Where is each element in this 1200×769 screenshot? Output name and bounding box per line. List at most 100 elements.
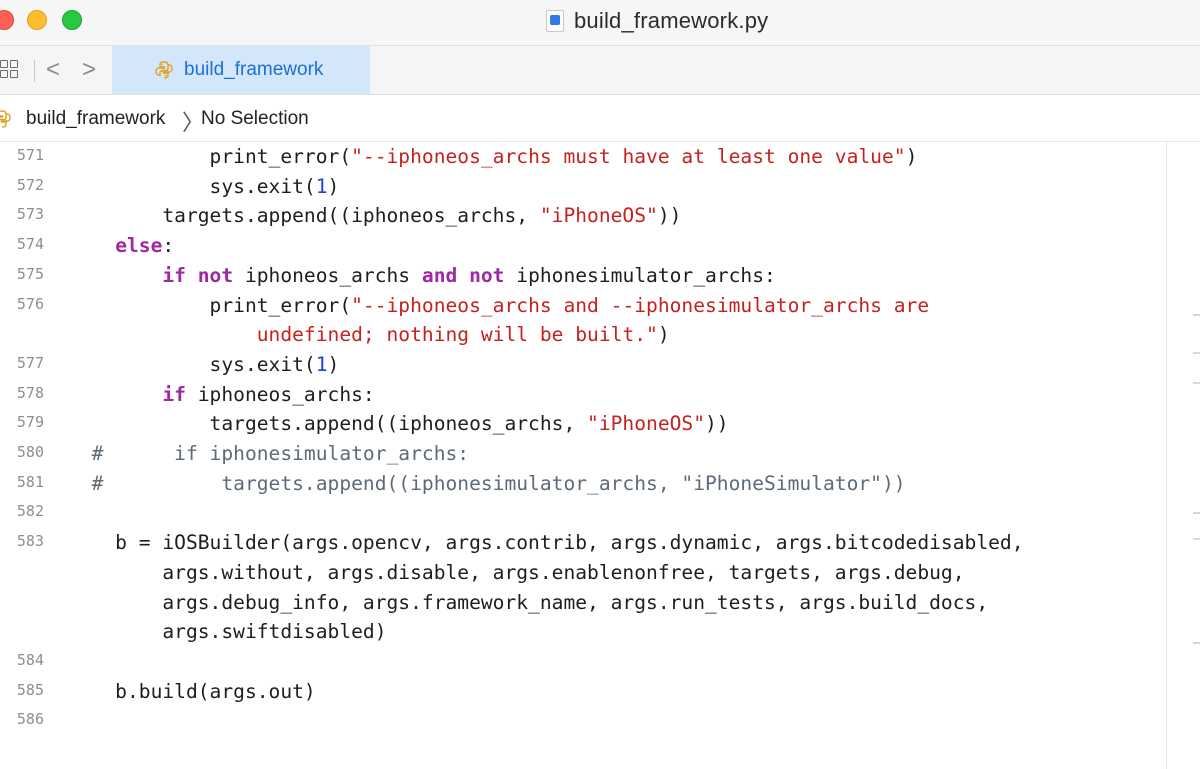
minimap[interactable]: [1166, 142, 1200, 769]
code-text: print_error("--iphoneos_archs must have …: [68, 142, 918, 172]
token-string: "iPhoneOS": [587, 412, 706, 436]
line-number: 586: [16, 710, 44, 729]
code-text: args.without, args.disable, args.enablen…: [68, 558, 965, 588]
code-line[interactable]: 575 if not iphoneos_archs and not iphone…: [0, 261, 1166, 291]
python-icon: [154, 60, 174, 80]
token-string: undefined; nothing will be built.": [256, 323, 658, 347]
token: sys.exit(: [68, 174, 316, 198]
code-line[interactable]: 580 # if iphonesimulator_archs:: [0, 439, 1166, 469]
window-title-text: build_framework.py: [574, 8, 769, 33]
token: targets.append((iphoneos_archs,: [68, 412, 588, 436]
code-text: else:: [68, 231, 174, 261]
window-title: build_framework.py: [546, 8, 768, 34]
token: :: [162, 234, 175, 258]
token-comment: # if iphonesimulator_archs:: [68, 442, 470, 465]
token: iphonesimulator_archs:: [504, 263, 776, 287]
token: ): [905, 145, 918, 168]
tab-bar: < > build_framework: [0, 46, 1200, 95]
breadcrumb-selection[interactable]: No Selection: [201, 108, 309, 130]
token: iphoneos_archs: [233, 263, 422, 287]
code-text: b = iOSBuilder(args.opencv, args.contrib…: [68, 528, 1024, 558]
token: ): [657, 323, 670, 347]
code-line[interactable]: 584: [0, 647, 1166, 677]
token: ): [327, 174, 340, 198]
code-line[interactable]: args.without, args.disable, args.enablen…: [0, 558, 1166, 588]
line-number: 581: [16, 472, 44, 491]
token: sys.exit(: [68, 352, 316, 376]
line-number: 584: [16, 650, 44, 669]
minimap-mark: [1193, 352, 1200, 354]
code-text: # if iphonesimulator_archs:: [68, 439, 470, 469]
token-comment: # targets.append((iphonesimulator_archs,…: [68, 471, 906, 495]
token-keyword: else: [115, 234, 163, 258]
code-line[interactable]: 586: [0, 706, 1166, 736]
minimap-mark: [1193, 642, 1200, 644]
token: print_error(: [68, 145, 352, 168]
token: )): [705, 412, 729, 436]
token: )): [657, 204, 682, 228]
title-bar: build_framework.py: [0, 0, 1200, 46]
token: args.debug_info, args.framework_name, ar…: [68, 590, 989, 614]
code-line[interactable]: 573 targets.append((iphoneos_archs, "iPh…: [0, 201, 1166, 231]
code-text: args.swiftdisabled): [68, 617, 387, 647]
token: b.build(args.out): [68, 679, 316, 703]
code-text: # targets.append((iphonesimulator_archs,…: [68, 469, 906, 499]
code-line[interactable]: 582: [0, 498, 1166, 528]
token: b = iOSBuilder(args.opencv, args.contrib…: [68, 531, 1024, 555]
code-line[interactable]: 576 print_error("--iphoneos_archs and --…: [0, 291, 1166, 321]
code-line[interactable]: 571 print_error("--iphoneos_archs must h…: [0, 142, 1166, 172]
code-line[interactable]: 585 b.build(args.out): [0, 677, 1166, 707]
token: args.without, args.disable, args.enablen…: [68, 560, 965, 584]
token-keyword: not: [469, 263, 505, 287]
token: ): [327, 352, 340, 376]
line-number: 585: [16, 680, 44, 699]
grid-view-icon[interactable]: [0, 60, 18, 80]
line-number: 579: [16, 413, 44, 432]
code-text: if iphoneos_archs:: [68, 380, 374, 410]
line-number: 582: [16, 502, 44, 521]
code-line[interactable]: 583 b = iOSBuilder(args.opencv, args.con…: [0, 528, 1166, 558]
code-text: args.debug_info, args.framework_name, ar…: [68, 588, 988, 618]
breadcrumb-file[interactable]: build_framework: [26, 108, 165, 130]
line-number: 572: [16, 175, 44, 194]
token-number: 1: [315, 352, 328, 376]
python-file-icon: [546, 10, 564, 32]
code-line[interactable]: 574 else:: [0, 231, 1166, 261]
code-line[interactable]: 577 sys.exit(1): [0, 350, 1166, 380]
code-line[interactable]: args.debug_info, args.framework_name, ar…: [0, 588, 1166, 618]
code-line[interactable]: undefined; nothing will be built."): [0, 320, 1166, 350]
token: targets.append((iphoneos_archs,: [68, 204, 540, 228]
minimize-window-button[interactable]: [27, 10, 47, 30]
code-line[interactable]: 581 # targets.append((iphonesimulator_ar…: [0, 469, 1166, 499]
forward-button[interactable]: >: [82, 56, 96, 84]
code-text: print_error("--iphoneos_archs and --ipho…: [68, 291, 930, 321]
line-number: 577: [16, 353, 44, 372]
code-text: targets.append((iphoneos_archs, "iPhoneO…: [68, 201, 681, 231]
line-number: 576: [16, 294, 44, 313]
code-line[interactable]: args.swiftdisabled): [0, 617, 1166, 647]
minimap-mark: [1193, 382, 1200, 384]
code-text: sys.exit(1): [68, 350, 340, 380]
code-line[interactable]: 572 sys.exit(1): [0, 172, 1166, 202]
token: args.swiftdisabled): [68, 620, 387, 644]
breadcrumb: build_framework 〉 No Selection: [0, 96, 1200, 142]
back-button[interactable]: <: [46, 56, 60, 84]
code-line[interactable]: 578 if iphoneos_archs:: [0, 380, 1166, 410]
code-text: if not iphoneos_archs and not iphonesimu…: [68, 261, 776, 291]
line-number: 575: [16, 264, 44, 283]
zoom-window-button[interactable]: [62, 10, 82, 30]
code-line[interactable]: 579 targets.append((iphoneos_archs, "iPh…: [0, 409, 1166, 439]
line-number: 573: [16, 205, 44, 224]
close-window-button[interactable]: [0, 10, 14, 30]
python-icon: [0, 109, 12, 129]
tab-build-framework[interactable]: build_framework: [112, 46, 370, 94]
line-number: 580: [16, 443, 44, 461]
code-editor[interactable]: 571 print_error("--iphoneos_archs must h…: [0, 142, 1166, 769]
code-text: targets.append((iphoneos_archs, "iPhoneO…: [68, 409, 729, 439]
